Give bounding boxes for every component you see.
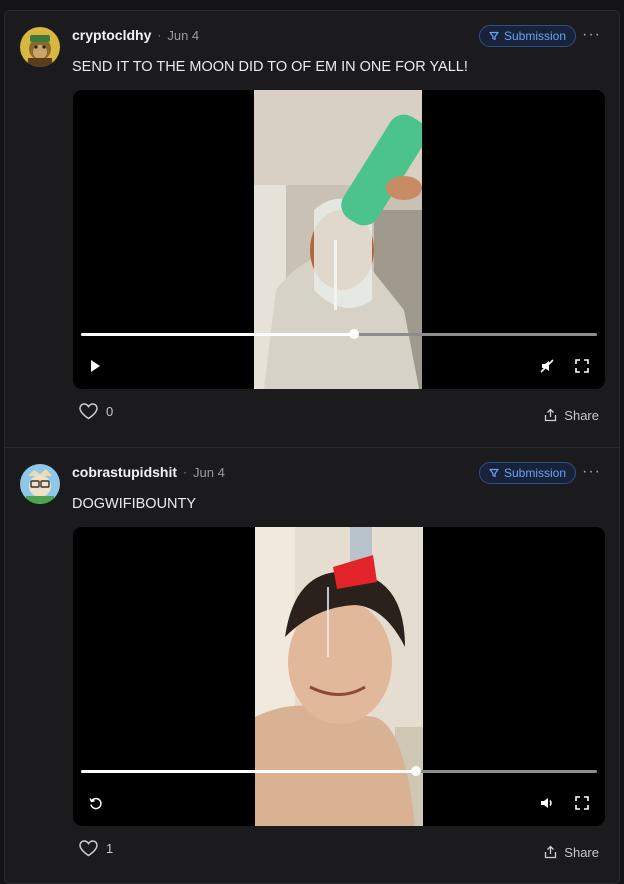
fullscreen-icon[interactable] <box>573 794 591 812</box>
submission-badge[interactable]: Submission <box>478 462 576 484</box>
post-date: Jun 4 <box>167 27 200 43</box>
video-frame <box>255 527 423 826</box>
post-actions: 1 Share <box>79 840 599 864</box>
share-icon <box>545 408 557 422</box>
play-icon[interactable] <box>86 357 104 375</box>
post: cobrastupidshit · Jun 4 Submission ··· D… <box>5 447 619 883</box>
heart-icon <box>79 840 98 857</box>
post-actions: 0 Share <box>79 403 599 427</box>
post-text: DOGWIFIBOUNTY <box>72 496 197 512</box>
post: cryptocldhy · Jun 4 Submission ··· SEND … <box>5 11 619 447</box>
more-options-icon[interactable]: ··· <box>582 464 601 480</box>
more-options-icon[interactable]: ··· <box>582 27 601 43</box>
separator: · <box>157 28 162 42</box>
video-progress-bar[interactable] <box>81 329 597 339</box>
fullscreen-icon[interactable] <box>573 357 591 375</box>
speaker-icon[interactable] <box>538 794 556 812</box>
share-label: Share <box>564 407 599 423</box>
share-button[interactable]: Share <box>544 403 599 427</box>
post-text: SEND IT TO THE MOON DID TO OF EM IN ONE … <box>72 59 468 75</box>
share-button[interactable]: Share <box>544 840 599 864</box>
separator: · <box>183 465 188 479</box>
like-count: 0 <box>106 404 114 419</box>
badge-label: Submission <box>503 466 566 480</box>
filter-icon <box>489 31 499 41</box>
badge-label: Submission <box>503 29 566 43</box>
post-header: cryptocldhy · Jun 4 <box>72 26 199 44</box>
username[interactable]: cryptocldhy <box>72 27 151 43</box>
like-count: 1 <box>106 841 114 856</box>
submission-badge[interactable]: Submission <box>478 25 576 47</box>
like-button[interactable]: 1 <box>79 840 113 857</box>
post-header: cobrastupidshit · Jun 4 <box>72 463 225 481</box>
username[interactable]: cobrastupidshit <box>72 464 177 480</box>
video-player[interactable] <box>73 90 605 389</box>
video-frame <box>254 90 422 389</box>
filter-icon <box>489 468 499 478</box>
share-label: Share <box>564 844 599 860</box>
monkey-avatar-icon[interactable] <box>20 27 60 67</box>
feed: cryptocldhy · Jun 4 Submission ··· SEND … <box>4 10 620 884</box>
muted-speaker-icon[interactable] <box>538 357 556 375</box>
progress-fill <box>81 333 355 336</box>
heart-icon <box>79 403 98 420</box>
replay-icon[interactable] <box>86 794 104 812</box>
post-date: Jun 4 <box>193 464 225 480</box>
video-player[interactable] <box>73 527 605 826</box>
cartoon-avatar-icon[interactable] <box>20 464 60 504</box>
share-icon <box>545 845 557 859</box>
progress-fill <box>81 770 417 773</box>
video-progress-bar[interactable] <box>81 766 597 776</box>
like-button[interactable]: 0 <box>79 403 113 420</box>
